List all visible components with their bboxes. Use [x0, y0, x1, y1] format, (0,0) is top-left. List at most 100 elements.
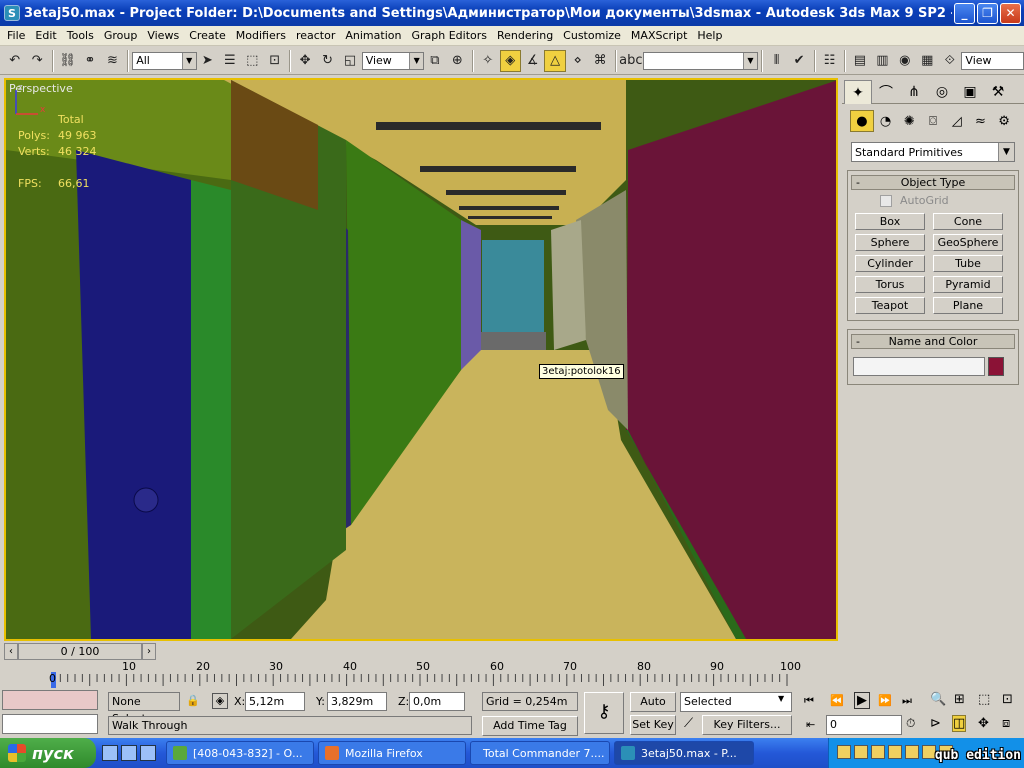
y-coordinate-field[interactable]: 3,829m	[327, 692, 387, 711]
previous-frame-icon[interactable]: ⏪	[830, 694, 844, 707]
torus-button[interactable]: Torus	[855, 276, 925, 293]
pan-view-icon[interactable]: ✥	[978, 716, 989, 731]
sphere-button[interactable]: Sphere	[855, 234, 925, 251]
tray-folder-icon[interactable]	[837, 745, 851, 759]
menu-help[interactable]: Help	[692, 27, 727, 45]
layer-manager-icon[interactable]: ☷	[819, 50, 840, 72]
bind-space-warp-icon[interactable]: ≋	[102, 50, 123, 72]
perspective-viewport[interactable]: Perspective Total Polys: 49 963 Verts: 46 …	[4, 78, 838, 641]
menu-group[interactable]: Group	[99, 27, 143, 45]
hierarchy-tab-icon[interactable]: ⋔	[900, 80, 928, 104]
shapes-icon[interactable]: ◔	[874, 110, 898, 132]
tube-button[interactable]: Tube	[933, 255, 1003, 272]
next-frame-chevron-icon[interactable]: ›	[142, 643, 156, 660]
maxscript-listener-mini[interactable]	[2, 690, 98, 710]
time-configuration-icon[interactable]: ⏱	[906, 716, 915, 731]
select-object-icon[interactable]: ➤	[197, 50, 218, 72]
quick-launch-save-icon[interactable]	[102, 745, 118, 761]
current-frame-field[interactable]: 0	[826, 715, 902, 735]
cylinder-button[interactable]: Cylinder	[855, 255, 925, 272]
modify-tab-icon[interactable]: ⌒	[872, 80, 900, 104]
named-selection-sets-icon[interactable]: abc	[619, 50, 642, 72]
curve-editor-icon[interactable]: ▤	[849, 50, 870, 72]
undo-icon[interactable]: ↶	[4, 50, 25, 72]
box-button[interactable]: Box	[855, 213, 925, 230]
time-slider-thumb[interactable]: 0 / 100	[18, 643, 142, 660]
menu-reactor[interactable]: reactor	[291, 27, 340, 45]
menu-tools[interactable]: Tools	[62, 27, 99, 45]
set-key-button[interactable]: Set Key	[630, 715, 676, 735]
x-coordinate-field[interactable]: 5,12m	[245, 692, 305, 711]
tray-network-icon[interactable]	[854, 745, 868, 759]
3dsmax-app-icon[interactable]: S	[4, 5, 20, 21]
teapot-button[interactable]: Teapot	[855, 297, 925, 314]
go-to-end-icon[interactable]: ⏭	[902, 694, 912, 708]
task-firefox[interactable]: Mozilla Firefox	[318, 741, 466, 765]
minimize-button[interactable]: _	[954, 2, 975, 24]
key-filter-select[interactable]: Selected	[680, 692, 792, 712]
tray-monitor-icon[interactable]	[871, 745, 885, 759]
render-scene-icon[interactable]: ▦	[917, 50, 938, 72]
set-keys-key-icon[interactable]: ⚷	[584, 692, 624, 734]
zoom-extents-icon[interactable]: ⬚	[978, 692, 990, 707]
add-time-tag-button[interactable]: Add Time Tag	[482, 716, 578, 736]
field-of-view-icon[interactable]: ◫	[952, 715, 967, 732]
task-3dsmax[interactable]: 3etaj50.max - P...	[614, 741, 754, 765]
maximize-viewport-icon[interactable]: ⧈	[1002, 716, 1010, 731]
track-bar[interactable]: 10 20 30 40 50 60 70 80 90 100 0	[4, 660, 838, 688]
select-by-name-icon[interactable]: ☰	[219, 50, 240, 72]
name-and-color-header[interactable]: - Name and Color	[851, 334, 1015, 349]
spinner-snap-icon[interactable]: ⋄	[567, 50, 588, 72]
key-filters-button[interactable]: Key Filters...	[702, 715, 792, 735]
helpers-icon[interactable]: ◿	[945, 110, 969, 132]
systems-icon[interactable]: ⚙	[992, 110, 1016, 132]
rotate-icon[interactable]: ↻	[317, 50, 338, 72]
default-in-out-tangent-icon[interactable]: ⟋	[684, 716, 693, 731]
autogrid-checkbox[interactable]: AutoGrid	[880, 194, 1018, 207]
cameras-icon[interactable]: ⌼	[921, 110, 945, 132]
tray-antivirus-icon[interactable]	[905, 745, 919, 759]
z-coordinate-field[interactable]: 0,0m	[409, 692, 465, 711]
quick-launch-ie-icon[interactable]	[121, 745, 137, 761]
menu-file[interactable]: File	[2, 27, 30, 45]
snaps-toggle-icon[interactable]: ◈	[499, 49, 521, 72]
move-icon[interactable]: ✥	[294, 50, 315, 72]
menu-rendering[interactable]: Rendering	[492, 27, 558, 45]
zoom-all-icon[interactable]: ⊞	[954, 692, 965, 707]
object-type-header[interactable]: - Object Type	[851, 175, 1015, 190]
restore-button[interactable]: ❐	[977, 2, 998, 24]
space-warps-icon[interactable]: ≈	[969, 110, 993, 132]
cone-button[interactable]: Cone	[933, 213, 1003, 230]
close-button[interactable]: ✕	[1000, 2, 1021, 24]
display-tab-icon[interactable]: ▣	[956, 80, 984, 104]
named-selection-select[interactable]: ▼	[642, 51, 758, 70]
menu-maxscript[interactable]: MAXScript	[626, 27, 692, 45]
play-icon[interactable]: ▶	[854, 692, 870, 709]
tray-security-icon[interactable]	[888, 745, 902, 759]
percent-snap-icon[interactable]: △	[544, 49, 566, 72]
quick-render-icon[interactable]: ⟐	[939, 50, 960, 72]
angle-snap-icon[interactable]: ∡	[522, 50, 543, 72]
geometry-icon[interactable]: ●	[850, 110, 874, 132]
geosphere-button[interactable]: GeoSphere	[933, 234, 1003, 251]
schematic-view-icon[interactable]: ▥	[872, 50, 893, 72]
rectangular-selection-icon[interactable]: ⬚	[242, 50, 263, 72]
keyboard-shortcut-override-icon[interactable]: ✧	[477, 50, 498, 72]
align-icon[interactable]: ✔	[788, 50, 809, 72]
key-mode-toggle-icon[interactable]: ⇤	[806, 718, 815, 731]
lights-icon[interactable]: ✺	[897, 110, 921, 132]
mirror-icon[interactable]: ⫴	[766, 50, 787, 72]
quick-launch-desktop-icon[interactable]	[140, 745, 156, 761]
redo-icon[interactable]: ↷	[26, 50, 47, 72]
auto-key-button[interactable]: Auto Key	[630, 692, 676, 726]
task-icq[interactable]: [408-043-832] - О...	[166, 741, 314, 765]
object-color-swatch[interactable]	[988, 357, 1004, 376]
go-to-start-icon[interactable]: ⏮	[804, 694, 814, 708]
selection-filter-select[interactable]: All ▼	[132, 51, 197, 70]
zoom-icon[interactable]: 🔍	[930, 692, 946, 707]
object-name-input[interactable]	[853, 357, 985, 376]
menu-create[interactable]: Create	[184, 27, 231, 45]
window-crossing-icon[interactable]: ⊡	[264, 50, 285, 72]
tray-language-icon[interactable]	[922, 745, 936, 759]
pyramid-button[interactable]: Pyramid	[933, 276, 1003, 293]
